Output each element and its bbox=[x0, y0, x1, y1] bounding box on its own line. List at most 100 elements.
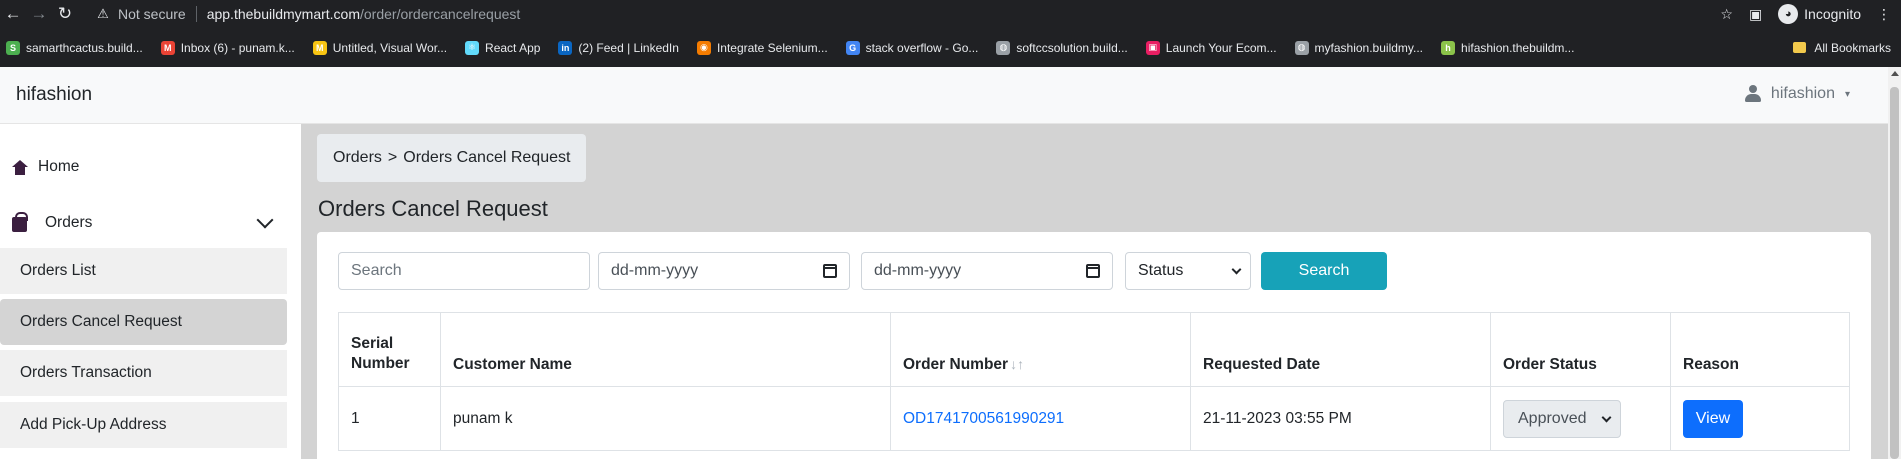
sort-icon[interactable]: ↓↑ bbox=[1010, 356, 1024, 372]
profile-menu[interactable]: ◕ Incognito bbox=[1778, 4, 1861, 24]
sidebar-item-home[interactable]: Home bbox=[0, 152, 287, 182]
sidebar-item-label: Orders Transaction bbox=[20, 364, 152, 381]
scroll-thumb[interactable] bbox=[1890, 87, 1899, 459]
forward-icon[interactable]: → bbox=[26, 0, 52, 28]
bookmark-item[interactable]: ◍ softccsolution.build... bbox=[996, 40, 1128, 55]
page-title: Orders Cancel Request bbox=[318, 196, 548, 221]
order-number-link[interactable]: OD1741700561990291 bbox=[903, 410, 1064, 427]
bookmark-label: React App bbox=[485, 40, 541, 55]
bookmark-favicon-icon: M bbox=[312, 40, 327, 55]
main-content: Orders > Orders Cancel Request Orders Ca… bbox=[301, 124, 1888, 472]
bookmark-item[interactable]: ◉ Integrate Selenium... bbox=[696, 40, 828, 55]
header-order-status: Order Status bbox=[1490, 312, 1671, 387]
all-bookmarks[interactable]: All Bookmarks bbox=[1793, 28, 1891, 67]
sidebar-item-label: Orders Cancel Request bbox=[20, 313, 182, 330]
bookmark-item[interactable]: M Inbox (6) - punam.k... bbox=[160, 40, 295, 55]
warning-icon: ⚠ bbox=[97, 6, 109, 21]
sidebar-item-label: Add Pick-Up Address bbox=[20, 416, 167, 433]
order-status-value: Approved bbox=[1518, 409, 1587, 427]
sidebar-item-orders-cancel-request[interactable]: Orders Cancel Request bbox=[0, 299, 287, 345]
home-icon bbox=[12, 159, 28, 175]
cancel-requests-table: Serial Number Customer Name Order Number… bbox=[338, 312, 1850, 451]
cell-order-number: OD1741700561990291 bbox=[890, 386, 1191, 451]
bookmark-item[interactable]: ⚛ React App bbox=[465, 40, 541, 55]
bookmark-item[interactable]: Ssamarthcactus.build... bbox=[6, 40, 143, 55]
back-icon[interactable]: ← bbox=[0, 0, 26, 28]
bookmark-label: Untitled, Visual Wor... bbox=[332, 40, 448, 55]
breadcrumb-orders[interactable]: Orders bbox=[333, 149, 382, 167]
sidebar-item-orders[interactable]: Orders bbox=[0, 208, 287, 238]
bookmark-favicon-icon: ◍ bbox=[1294, 40, 1309, 55]
header-requested-date: Requested Date bbox=[1190, 312, 1491, 387]
from-date-field[interactable]: dd-mm-yyyy bbox=[598, 252, 850, 290]
sidebar-item-add-pickup-address[interactable]: Add Pick-Up Address bbox=[0, 402, 287, 448]
search-button[interactable]: Search bbox=[1261, 252, 1387, 290]
header-order-number[interactable]: Order Number ↓↑ bbox=[890, 312, 1191, 387]
chevron-down-icon bbox=[1231, 264, 1242, 275]
sidebar-item-orders-transaction[interactable]: Orders Transaction bbox=[0, 350, 287, 396]
side-panel-icon[interactable]: ▣ bbox=[1749, 6, 1762, 23]
bookmark-item[interactable]: in (2) Feed | LinkedIn bbox=[558, 40, 679, 55]
bookmark-item[interactable]: ◍ myfashion.buildmy... bbox=[1294, 40, 1424, 55]
security-label: Not secure bbox=[118, 6, 186, 22]
bookmark-label: softccsolution.build... bbox=[1016, 40, 1128, 55]
bookmark-item[interactable]: Gstack overflow - Go... bbox=[845, 40, 978, 55]
breadcrumb: Orders > Orders Cancel Request bbox=[317, 134, 587, 182]
from-date-value: dd-mm-yyyy bbox=[611, 262, 699, 279]
reload-icon[interactable]: ↻ bbox=[52, 0, 78, 28]
profile-label: Incognito bbox=[1804, 6, 1861, 22]
bookmark-label: myfashion.buildmy... bbox=[1314, 40, 1424, 55]
folder-icon bbox=[1793, 42, 1807, 53]
bookmark-favicon-icon: G bbox=[845, 40, 860, 55]
bookmark-favicon-icon: S bbox=[6, 40, 20, 55]
chevron-down-icon bbox=[1601, 412, 1612, 422]
scroll-up-icon[interactable] bbox=[1891, 71, 1899, 76]
bookmark-item[interactable]: h hifashion.thebuildm... bbox=[1441, 40, 1574, 55]
cell-requested-date: 21-11-2023 03:55 PM bbox=[1190, 386, 1491, 451]
filter-table-card: Search dd-mm-yyyy dd-mm-yyyy Status Sear… bbox=[317, 232, 1871, 472]
caret-down-icon: ▾ bbox=[1844, 88, 1850, 100]
all-bookmarks-label: All Bookmarks bbox=[1814, 40, 1891, 55]
page-scrollbar[interactable] bbox=[1888, 67, 1901, 459]
header-customer-name: Customer Name bbox=[440, 312, 891, 387]
bookmark-label: Launch Your Ecom... bbox=[1165, 40, 1277, 55]
search-placeholder: Search bbox=[351, 262, 402, 279]
bookmark-favicon-icon: ⚛ bbox=[465, 40, 480, 55]
brand-logo[interactable]: hifashion bbox=[16, 84, 92, 106]
breadcrumb-current: Orders Cancel Request bbox=[403, 149, 571, 166]
url-bar[interactable]: ⚠ Not secure app.thebuildmymart.com /ord… bbox=[92, 2, 520, 26]
search-input[interactable]: Search bbox=[338, 252, 590, 290]
url-path: /order/ordercancelrequest bbox=[360, 6, 521, 22]
bookmark-item[interactable]: ▣ Launch Your Ecom... bbox=[1145, 40, 1277, 55]
shopping-bag-icon bbox=[12, 212, 28, 232]
breadcrumb-separator: > bbox=[387, 149, 398, 166]
header-serial-number: Serial Number bbox=[338, 312, 441, 387]
bookmark-star-icon[interactable]: ☆ bbox=[1720, 6, 1733, 23]
to-date-field[interactable]: dd-mm-yyyy bbox=[861, 252, 1113, 290]
status-select-value: Status bbox=[1138, 262, 1184, 279]
bookmark-favicon-icon: ◉ bbox=[696, 40, 711, 55]
app-navbar: hifashion hifashion ▾ bbox=[0, 67, 1888, 124]
order-status-select[interactable]: Approved bbox=[1503, 399, 1621, 438]
sidebar-item-label: Orders List bbox=[20, 262, 96, 279]
user-icon bbox=[1744, 85, 1761, 103]
bookmark-favicon-icon: h bbox=[1441, 40, 1456, 55]
calendar-icon[interactable] bbox=[823, 264, 837, 278]
to-date-value: dd-mm-yyyy bbox=[874, 262, 962, 279]
cell-order-status: Approved bbox=[1490, 386, 1671, 451]
calendar-icon[interactable] bbox=[1086, 264, 1100, 278]
incognito-icon: ◕ bbox=[1778, 4, 1799, 24]
cell-reason: View bbox=[1670, 386, 1850, 451]
bookmark-label: Integrate Selenium... bbox=[716, 40, 828, 55]
bookmark-favicon-icon: M bbox=[160, 40, 175, 55]
user-menu[interactable]: hifashion ▾ bbox=[1744, 85, 1850, 103]
sidebar-item-label: Orders bbox=[45, 214, 93, 231]
sidebar-item-orders-list[interactable]: Orders List bbox=[0, 248, 287, 294]
more-menu-icon[interactable]: ⋮ bbox=[1877, 6, 1891, 23]
header-label: Order Number bbox=[903, 356, 1009, 373]
bookmark-item[interactable]: M Untitled, Visual Wor... bbox=[312, 40, 448, 55]
bookmark-label: (2) Feed | LinkedIn bbox=[578, 40, 679, 55]
view-reason-button[interactable]: View bbox=[1683, 399, 1743, 438]
cell-customer: punam k bbox=[440, 386, 891, 451]
status-select[interactable]: Status bbox=[1125, 252, 1251, 290]
